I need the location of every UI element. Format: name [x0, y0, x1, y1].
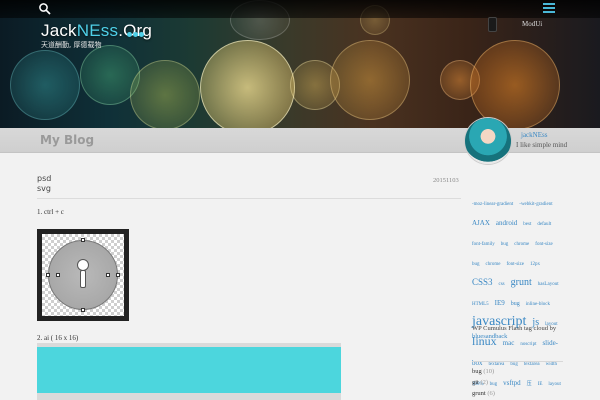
- tag-link[interactable]: CSS3: [472, 277, 493, 287]
- author-bio: I like simple mind: [516, 141, 568, 149]
- category-count: (2): [480, 379, 489, 386]
- post-title-line2: svg: [37, 184, 51, 193]
- tag-link[interactable]: bug: [472, 262, 480, 267]
- tag-link[interactable]: noscript: [520, 342, 536, 347]
- tag-link[interactable]: layout: [548, 382, 561, 387]
- menu-icon-bar: [543, 7, 555, 9]
- keyhole-stem: [80, 270, 86, 288]
- tag-link[interactable]: chrome: [514, 242, 529, 247]
- tag-link[interactable]: bug: [511, 301, 520, 307]
- cumulus-credit: WP Cumulus Flash tag cloud by bluesandba…: [472, 325, 566, 342]
- tag-link[interactable]: bug: [510, 362, 518, 367]
- psd-screenshot-image: [37, 229, 129, 321]
- category-name: bug: [472, 368, 484, 375]
- tag-link[interactable]: inline-block: [526, 302, 550, 307]
- tag-link[interactable]: android: [496, 219, 517, 227]
- tag-link[interactable]: vsftpd: [503, 379, 521, 387]
- category-name: git: [472, 379, 481, 386]
- tag-link[interactable]: -moz-linear-gradient: [472, 202, 513, 207]
- tag-link[interactable]: best: [523, 222, 531, 227]
- phone-icon[interactable]: [488, 17, 497, 32]
- post-date: 20151103: [433, 177, 459, 184]
- tag-link[interactable]: AJAX: [472, 219, 490, 227]
- bokeh-light: [200, 40, 295, 128]
- author-name[interactable]: jackNEss: [521, 131, 547, 139]
- site-subtitle: 天道酬勤, 厚德载物: [41, 41, 102, 49]
- post-title-line1: psd: [37, 174, 52, 183]
- post-divider: [37, 198, 461, 199]
- menu-icon-bar: [543, 11, 555, 13]
- menu-icon[interactable]: [543, 3, 555, 14]
- page-title: My Blog: [40, 133, 95, 147]
- category-name: grunt: [472, 390, 488, 397]
- tag-link[interactable]: IE: [538, 382, 543, 387]
- tag-link[interactable]: chrome: [486, 262, 501, 267]
- site-title-highlight: NEss: [76, 21, 119, 40]
- post-step-2: 2. ai ( 16 x 16): [37, 334, 79, 342]
- post-step-1: 1. ctrl + c: [37, 208, 64, 216]
- tag-link[interactable]: width: [546, 362, 557, 367]
- avatar[interactable]: [465, 118, 511, 164]
- anchor-point: [106, 273, 110, 277]
- bokeh-light: [470, 40, 560, 128]
- tag-link[interactable]: bug: [501, 242, 509, 247]
- tag-link[interactable]: 12px: [530, 262, 540, 267]
- tag-link[interactable]: IE9: [495, 299, 505, 307]
- tag-link[interactable]: HTML5: [472, 302, 489, 307]
- menu-icon-bar: [543, 3, 555, 5]
- bokeh-light: [330, 40, 410, 120]
- anchor-point: [81, 238, 85, 242]
- bokeh-light: [130, 60, 200, 128]
- tag-link[interactable]: css: [499, 282, 505, 287]
- category-count: (6): [487, 390, 495, 397]
- tag-link[interactable]: font-size: [507, 262, 525, 267]
- ai-screenshot-image: [37, 343, 341, 400]
- tag-link[interactable]: default: [537, 222, 551, 227]
- cumulus-link[interactable]: bluesandback: [472, 333, 507, 340]
- category-item[interactable]: grunt (6): [472, 388, 495, 399]
- tag-link[interactable]: font-family: [472, 242, 495, 247]
- title-dots: [127, 22, 145, 41]
- anchor-point: [81, 308, 85, 312]
- search-icon[interactable]: [38, 2, 52, 16]
- header-link[interactable]: ModUi: [522, 20, 542, 28]
- psd-canvas: [42, 234, 124, 316]
- tag-link[interactable]: font-size: [535, 242, 553, 247]
- anchor-point: [116, 273, 120, 277]
- anchor-point: [56, 273, 60, 277]
- category-list: bug (10) git (2) grunt (6): [472, 366, 495, 399]
- tag-link[interactable]: textarea: [524, 362, 540, 367]
- cumulus-text: WP Cumulus Flash tag cloud by: [472, 325, 557, 332]
- category-count: (10): [483, 368, 495, 375]
- category-item[interactable]: git (2): [472, 377, 495, 388]
- category-item[interactable]: bug (10): [472, 366, 495, 377]
- ai-artboard: [37, 347, 341, 393]
- post-title[interactable]: psd svg: [37, 174, 51, 194]
- tag-link[interactable]: 压: [527, 382, 532, 387]
- tag-link[interactable]: hasLayout: [538, 282, 559, 287]
- bokeh-light: [10, 50, 80, 120]
- sidebar-divider: [472, 361, 563, 362]
- tag-link[interactable]: grunt: [511, 277, 532, 288]
- anchor-point: [46, 273, 50, 277]
- site-title-part1: Jack: [41, 21, 77, 40]
- top-bar: [0, 0, 600, 18]
- header-banner: [0, 0, 600, 128]
- tag-link[interactable]: -webkit-gradient: [519, 202, 552, 207]
